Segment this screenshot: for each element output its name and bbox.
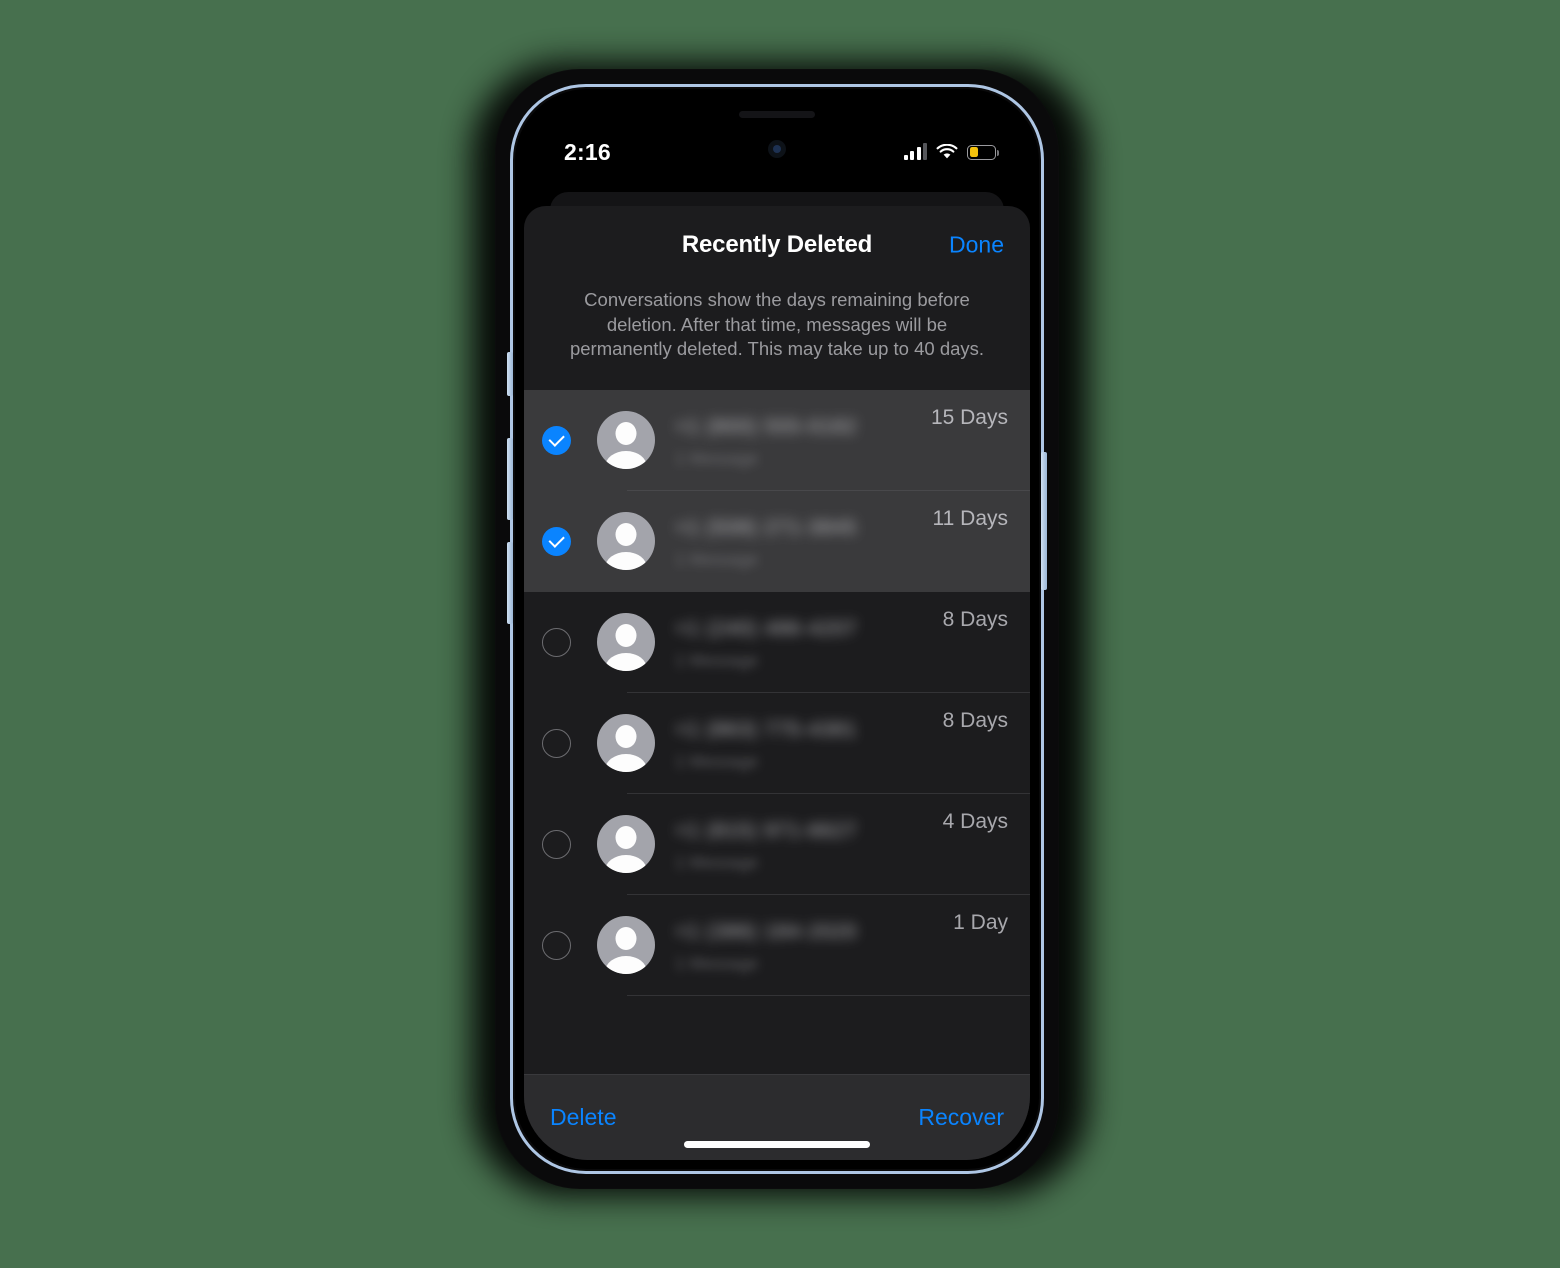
contact-name: +1 (240) 486-4207 — [675, 617, 858, 640]
conversation-row[interactable]: +1 (386) 184-2020 1 Message 1 Day — [524, 894, 1030, 996]
conversation-text: +1 (508) 271-3845 1 Message — [675, 513, 933, 570]
battery-icon — [967, 144, 1000, 160]
avatar — [597, 916, 655, 975]
days-remaining: 15 Days — [930, 405, 1008, 429]
conversation-text: +1 (240) 486-4207 1 Message — [675, 614, 943, 671]
message-count: 1 Message — [675, 549, 759, 569]
status-indicators — [903, 143, 1000, 160]
row-separator — [627, 994, 1030, 996]
checkbox-checked-icon[interactable] — [542, 526, 571, 556]
contact-name: +1 (815) 971-6627 — [675, 819, 858, 842]
home-indicator[interactable] — [684, 1141, 870, 1148]
checkbox-unchecked-icon[interactable] — [542, 728, 571, 758]
checkbox-unchecked-icon[interactable] — [542, 829, 571, 859]
message-count: 1 Message — [675, 852, 759, 872]
phone-device: 2:16 Recently Deleted Done Conversations… — [466, 56, 1094, 1202]
avatar — [597, 815, 655, 874]
avatar — [597, 411, 655, 470]
conversation-text: +1 (815) 971-6627 1 Message — [675, 816, 943, 873]
avatar — [597, 512, 655, 571]
conversation-row[interactable]: +1 (240) 486-4207 1 Message 8 Days — [524, 591, 1030, 693]
contact-name: +1 (386) 184-2020 — [675, 920, 858, 943]
device-screen: 2:16 Recently Deleted Done Conversations… — [524, 98, 1030, 1160]
earpiece-speaker — [739, 111, 815, 118]
checkbox-unchecked-icon[interactable] — [542, 930, 571, 960]
days-remaining: 4 Days — [942, 809, 1008, 833]
conversation-row[interactable]: +1 (815) 971-6627 1 Message 4 Days — [524, 793, 1030, 895]
status-time: 2:16 — [564, 138, 611, 165]
cellular-signal-icon — [903, 143, 927, 160]
checkbox-unchecked-icon[interactable] — [542, 627, 571, 657]
recently-deleted-sheet: Recently Deleted Done Conversations show… — [524, 206, 1030, 1160]
conversation-text: +1 (863) 775-4381 1 Message — [675, 715, 943, 772]
contact-name: +1 (800) 555-0182 — [675, 415, 858, 438]
volume-down-button[interactable] — [507, 542, 513, 624]
sheet-description: Conversations show the days remaining be… — [569, 289, 985, 360]
days-remaining: 11 Days — [932, 506, 1008, 530]
face-id-sensor-icon — [768, 140, 786, 158]
avatar — [597, 714, 655, 773]
message-count: 1 Message — [675, 751, 759, 771]
conversation-row[interactable]: +1 (508) 271-3845 1 Message 11 Days — [524, 490, 1030, 592]
message-count: 1 Message — [675, 953, 759, 973]
message-count: 1 Message — [675, 650, 759, 670]
done-button[interactable]: Done — [949, 232, 1004, 259]
contact-name: +1 (863) 775-4381 — [675, 718, 858, 741]
recover-button[interactable]: Recover — [918, 1104, 1004, 1131]
conversation-row[interactable]: +1 (863) 775-4381 1 Message 8 Days — [524, 692, 1030, 794]
days-remaining: 8 Days — [942, 708, 1008, 732]
notch — [673, 98, 881, 138]
message-count: 1 Message — [675, 448, 759, 468]
conversation-text: +1 (800) 555-0182 1 Message — [675, 412, 931, 469]
wifi-icon — [936, 144, 958, 159]
conversation-text: +1 (386) 184-2020 1 Message — [675, 917, 953, 974]
days-remaining: 8 Days — [942, 607, 1008, 631]
contact-name: +1 (508) 271-3845 — [675, 516, 858, 539]
page-title: Recently Deleted — [681, 231, 873, 258]
mute-switch-button[interactable] — [507, 352, 513, 396]
power-button[interactable] — [1041, 452, 1047, 590]
sheet-header: Recently Deleted Done — [524, 206, 1030, 284]
conversation-row[interactable]: +1 (800) 555-0182 1 Message 15 Days — [524, 389, 1030, 491]
delete-button[interactable]: Delete — [550, 1104, 616, 1131]
days-remaining: 1 Day — [953, 910, 1008, 934]
avatar — [597, 613, 655, 672]
conversation-list: +1 (800) 555-0182 1 Message 15 Days +1 (508… — [524, 389, 1030, 1074]
checkbox-checked-icon[interactable] — [542, 425, 571, 455]
volume-up-button[interactable] — [507, 438, 513, 520]
